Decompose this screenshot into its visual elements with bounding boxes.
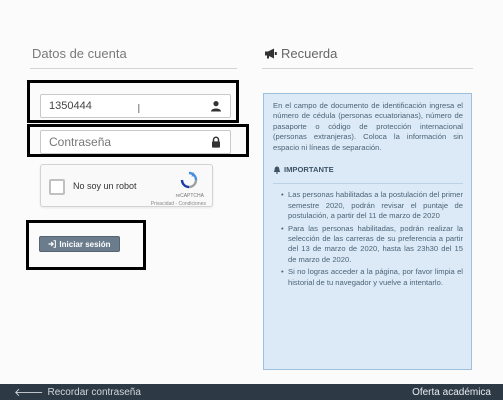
reminder-intro-text: En el campo de documento de identificaci… — [273, 101, 463, 152]
account-section-title: Datos de cuenta — [32, 46, 127, 61]
recaptcha-checkbox[interactable] — [49, 179, 65, 195]
recaptcha-brand: reCAPTCHA — [175, 193, 204, 199]
reminder-divider — [262, 68, 473, 69]
list-item: Para las personas habilitadas, podrán re… — [281, 224, 463, 266]
login-highlight-box — [26, 220, 146, 270]
important-divider — [273, 183, 463, 185]
footer-bar: 🡐 Recordar contraseña Oferta académica — [0, 384, 503, 400]
arrow-left-icon: 🡐 — [14, 386, 44, 399]
important-list: Las personas habilitadas a la postulació… — [273, 190, 463, 288]
reminder-info-panel: En el campo de documento de identificaci… — [263, 93, 472, 370]
login-card: Datos de cuenta 1350444 Ι Contraseña No … — [0, 0, 503, 384]
reminder-title-text: Recuerda — [281, 46, 338, 61]
recaptcha-terms-link[interactable]: Privacidad - Condiciones — [151, 201, 206, 207]
recaptcha-label: No soy un robot — [73, 181, 137, 191]
bell-icon — [273, 166, 281, 175]
password-highlight-box — [27, 124, 249, 157]
recaptcha-widget[interactable]: No soy un robot reCAPTCHA Privacidad - C… — [40, 164, 213, 207]
important-heading: IMPORTANTE — [273, 165, 463, 175]
forgot-password-label: Recordar contraseña — [47, 386, 141, 398]
forgot-password-link[interactable]: 🡐 Recordar contraseña — [14, 385, 141, 399]
list-item: Las personas habilitadas a la postulació… — [281, 190, 463, 221]
academic-offer-link[interactable]: Oferta académica — [412, 387, 491, 398]
account-divider — [30, 68, 237, 69]
list-item: Si no logras acceder a la página, por fa… — [281, 267, 463, 288]
megaphone-icon — [265, 48, 277, 59]
cedula-highlight-box — [27, 80, 239, 123]
important-label: IMPORTANTE — [284, 165, 334, 175]
recaptcha-logo-icon — [180, 171, 198, 189]
reminder-section-title: Recuerda — [264, 46, 337, 61]
